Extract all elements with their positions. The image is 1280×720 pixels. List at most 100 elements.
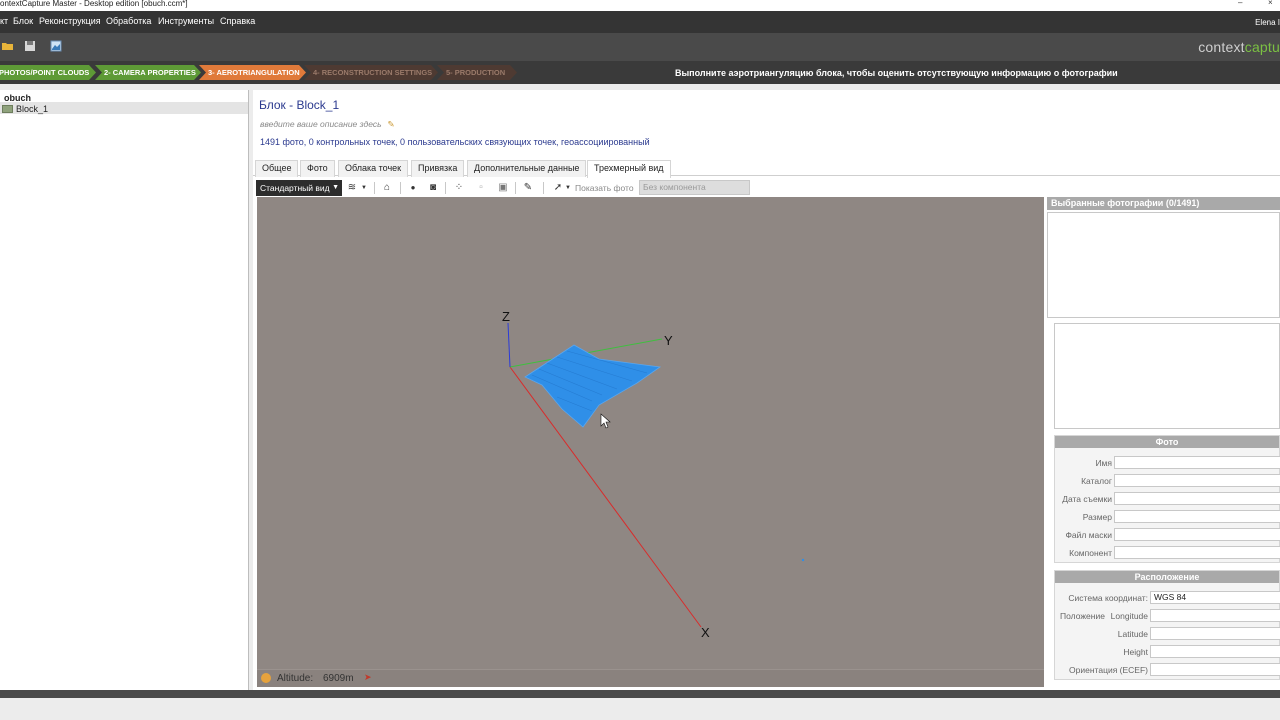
- photo-directory-field: [1114, 474, 1280, 487]
- workflow-wizard: PHOTOS/POINT CLOUDS 2- CAMERA PROPERTIES…: [0, 61, 1280, 84]
- coord-system-label: Система координат:: [1068, 593, 1148, 603]
- longitude-field: [1150, 609, 1280, 622]
- tab-point-clouds[interactable]: Облака точек: [338, 160, 409, 177]
- photo-properties-section: Фото Имя Каталог Дата съемки Размер Файл…: [1054, 435, 1280, 563]
- chevron-down-icon: ▼: [332, 184, 339, 191]
- measure-ruler-icon[interactable]: ✎: [522, 182, 534, 194]
- tab-additional-data[interactable]: Дополнительные данные: [467, 160, 587, 177]
- photo-preview: [1054, 323, 1280, 429]
- orientation-field: [1150, 663, 1280, 676]
- open-folder-icon[interactable]: [2, 40, 14, 52]
- view-mode-select[interactable]: Стандартный вид ▼: [256, 180, 342, 196]
- wizard-step-reconstruction-settings[interactable]: 4- RECONSTRUCTION SETTINGS: [304, 65, 438, 80]
- latitude-label: Latitude: [1117, 629, 1148, 639]
- layers-icon[interactable]: ≋: [346, 182, 358, 194]
- photo-name-label: Имя: [1095, 458, 1112, 468]
- mouse-cursor-icon: [600, 413, 611, 429]
- longitude-label: Longitude: [1110, 611, 1148, 621]
- tab-3d-view[interactable]: Трехмерный вид: [587, 160, 671, 178]
- menu-help[interactable]: Справка: [220, 16, 255, 26]
- photo-section-header: Фото: [1055, 436, 1279, 448]
- minimize-button[interactable]: –: [1238, 0, 1242, 7]
- home-icon[interactable]: ⌂: [381, 182, 393, 194]
- tab-georeferencing[interactable]: Привязка: [411, 160, 465, 177]
- window-titlebar: ontextCapture Master - Desktop edition […: [0, 0, 1280, 11]
- menu-processing[interactable]: Обработка: [106, 16, 151, 26]
- 3d-viewport[interactable]: X Y Z Altitude: 6909m ➤: [257, 197, 1044, 687]
- selected-photos-header: Выбранные фотографии (0/1491): [1047, 197, 1280, 210]
- photo-name-field: [1114, 456, 1280, 469]
- edit-pencil-icon[interactable]: ✎: [388, 119, 395, 130]
- menu-tools[interactable]: Инструменты: [158, 16, 214, 26]
- 3d-scene[interactable]: X Y Z: [257, 197, 1044, 669]
- location-section-header: Расположение: [1055, 571, 1279, 583]
- window-title: ontextCapture Master - Desktop edition […: [0, 0, 188, 8]
- block-folder-icon: [2, 105, 13, 113]
- coord-system-field: WGS 84: [1150, 591, 1280, 604]
- axis-z-line: [507, 322, 511, 368]
- tree-block-item[interactable]: Block_1: [2, 104, 48, 114]
- component-select[interactable]: Без компонента: [639, 180, 750, 195]
- wizard-step-production[interactable]: 5- PRODUCTION: [437, 65, 517, 80]
- axis-y-label: Y: [664, 333, 673, 348]
- toolbar-separator: [400, 182, 401, 194]
- contextcapture-logo: contextcaptu: [1198, 39, 1280, 55]
- wizard-step-aerotriangulation[interactable]: 3- AEROTRIANGULATION: [199, 65, 306, 80]
- photo-mask-label: Файл маски: [1065, 530, 1112, 540]
- image-view-icon[interactable]: [50, 40, 62, 52]
- height-field: [1150, 645, 1280, 658]
- toolbar-separator: [445, 182, 446, 194]
- photo-directory-label: Каталог: [1081, 476, 1112, 486]
- isolated-camera-point: [801, 558, 805, 562]
- altitude-arrow-icon[interactable]: ➤: [364, 672, 372, 683]
- selected-photos-list[interactable]: [1047, 212, 1280, 318]
- menu-project[interactable]: кт: [0, 16, 8, 26]
- height-label: Height: [1123, 647, 1148, 657]
- photo-size-label: Размер: [1082, 512, 1112, 522]
- save-icon[interactable]: [24, 40, 36, 52]
- axis-x-label: X: [701, 625, 710, 640]
- orientation-label: Ориентация (ECEF): [1069, 665, 1148, 675]
- toolbar-separator: [543, 182, 544, 194]
- menu-bar: кт Блок Реконструкция Обработка Инструме…: [0, 11, 1280, 33]
- tab-photos[interactable]: Фото: [300, 160, 335, 177]
- 3d-view-toolbar: Стандартный вид ▼ ≋ ▼ ⌂ ● ◙ ⁘ ▫ ▣ ✎ ➚ ▼ П…: [256, 180, 1046, 196]
- clear-selection-icon[interactable]: ▣: [497, 182, 509, 194]
- menu-reconstruction[interactable]: Реконструкция: [39, 16, 101, 26]
- location-section: Расположение Система координат: WGS 84 П…: [1054, 570, 1280, 680]
- bottom-status-bar: [0, 690, 1280, 720]
- altitude-label: Altitude:: [277, 673, 314, 684]
- altitude-icon: [261, 673, 271, 683]
- select-points-icon[interactable]: ⁘: [453, 182, 465, 194]
- toolbar-separator: [515, 182, 516, 194]
- tab-general[interactable]: Общее: [255, 160, 299, 177]
- axis-x-line: [509, 366, 702, 628]
- show-photo-label: Показать фото: [575, 183, 634, 193]
- user-name[interactable]: Elena I: [1255, 18, 1280, 27]
- toolbar-separator: [374, 182, 375, 194]
- select-area-icon[interactable]: ▫: [475, 182, 487, 194]
- viewport-status-bar: Altitude: 6909m ➤: [257, 669, 1044, 687]
- wizard-step-photos[interactable]: PHOTOS/POINT CLOUDS: [0, 65, 96, 80]
- menu-block[interactable]: Блок: [13, 16, 33, 26]
- latitude-field: [1150, 627, 1280, 640]
- block-description[interactable]: введите ваше описание здесь ✎: [260, 119, 395, 130]
- chevron-down-icon[interactable]: ▼: [562, 182, 574, 194]
- close-button[interactable]: ×: [1268, 0, 1273, 7]
- wizard-message: Выполните аэротриангуляцию блока, чтобы …: [675, 68, 1118, 78]
- camera-small-icon[interactable]: ●: [407, 182, 419, 194]
- camera-icon[interactable]: ◙: [427, 182, 439, 194]
- block-title: Блок - Block_1: [259, 98, 340, 112]
- position-label: Положение: [1060, 611, 1105, 621]
- project-tree-panel: obuch Block_1: [0, 90, 249, 690]
- main-toolbar: contextcaptu: [0, 33, 1280, 61]
- wizard-step-camera-properties[interactable]: 2- CAMERA PROPERTIES: [95, 65, 201, 80]
- photo-mask-field: [1114, 528, 1280, 541]
- photo-size-field: [1114, 510, 1280, 523]
- block-summary: 1491 фото, 0 контрольных точек, 0 пользо…: [260, 137, 650, 147]
- photo-component-label: Компонент: [1069, 548, 1112, 558]
- photo-info-panel: Выбранные фотографии (0/1491) Фото Имя К…: [1045, 197, 1280, 687]
- chevron-down-icon[interactable]: ▼: [358, 182, 370, 194]
- photo-component-field: [1114, 546, 1280, 559]
- altitude-value: 6909m: [323, 673, 354, 684]
